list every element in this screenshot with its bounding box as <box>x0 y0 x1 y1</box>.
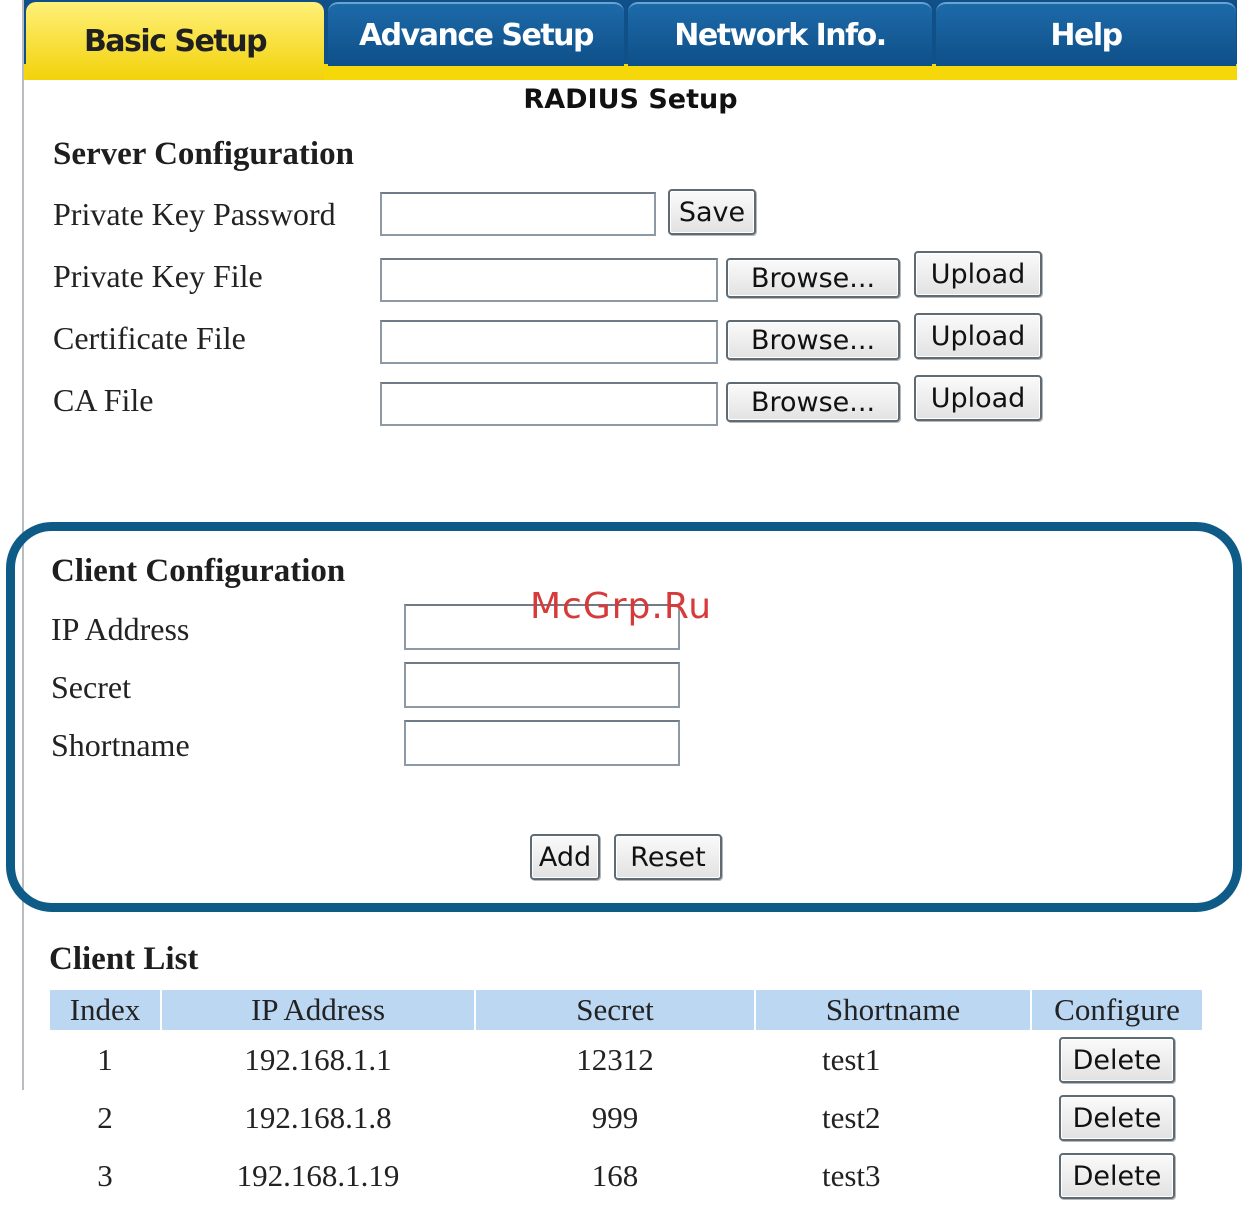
add-button[interactable]: Add <box>530 834 600 880</box>
certificate-file-label: Certificate File <box>53 320 246 356</box>
tab-advance-setup[interactable]: Advance Setup <box>328 2 624 66</box>
column-header-configure: Configure <box>1032 990 1202 1030</box>
row-secret: 168 <box>591 1158 639 1193</box>
private-key-file-label: Private Key File <box>53 258 263 294</box>
tab-network-info[interactable]: Network Info. <box>628 2 932 66</box>
column-header-ip: IP Address <box>162 990 474 1030</box>
tab-help[interactable]: Help <box>936 2 1236 66</box>
certificate-browse-button[interactable]: Browse... <box>726 320 900 360</box>
certificate-upload-button[interactable]: Upload <box>914 313 1042 359</box>
client-shortname-label: Shortname <box>51 727 190 763</box>
column-header-shortname: Shortname <box>756 990 1030 1030</box>
row-index: 2 <box>97 1100 113 1135</box>
row-ip: 192.168.1.19 <box>236 1158 400 1193</box>
page-title: RADIUS Setup <box>523 84 738 115</box>
ca-file-label: CA File <box>53 382 154 418</box>
private-key-password-input[interactable] <box>380 192 656 236</box>
row-ip: 192.168.1.8 <box>244 1100 392 1135</box>
server-config-title: Server Configuration <box>53 136 354 172</box>
column-header-index: Index <box>50 990 160 1030</box>
row-shortname: test2 <box>822 1100 881 1135</box>
delete-button[interactable]: Delete <box>1059 1095 1175 1141</box>
save-button[interactable]: Save <box>668 189 756 235</box>
client-config-title: Client Configuration <box>51 553 346 589</box>
row-ip: 192.168.1.1 <box>244 1042 392 1077</box>
row-secret: 999 <box>591 1100 639 1135</box>
row-secret: 12312 <box>576 1042 654 1077</box>
row-shortname: test1 <box>822 1042 881 1077</box>
certificate-file-input[interactable] <box>380 320 718 364</box>
delete-button[interactable]: Delete <box>1059 1037 1175 1083</box>
row-index: 3 <box>97 1158 113 1193</box>
private-key-upload-button[interactable]: Upload <box>914 251 1042 297</box>
column-header-secret: Secret <box>476 990 754 1030</box>
row-index: 1 <box>97 1042 113 1077</box>
client-shortname-input[interactable] <box>404 720 680 766</box>
private-key-password-label: Private Key Password <box>53 196 336 232</box>
client-secret-input[interactable] <box>404 662 680 708</box>
private-key-file-input[interactable] <box>380 258 718 302</box>
ca-file-input[interactable] <box>380 382 718 426</box>
ca-upload-button[interactable]: Upload <box>914 375 1042 421</box>
ca-browse-button[interactable]: Browse... <box>726 382 900 422</box>
private-key-browse-button[interactable]: Browse... <box>726 258 900 298</box>
delete-button[interactable]: Delete <box>1059 1153 1175 1199</box>
client-ip-label: IP Address <box>51 611 190 647</box>
client-list-title: Client List <box>49 941 199 977</box>
watermark-text: McGrp.Ru <box>530 586 713 627</box>
reset-button[interactable]: Reset <box>614 834 722 880</box>
row-shortname: test3 <box>822 1158 881 1193</box>
client-secret-label: Secret <box>51 669 131 705</box>
tab-basic-setup[interactable]: Basic Setup <box>26 2 324 80</box>
